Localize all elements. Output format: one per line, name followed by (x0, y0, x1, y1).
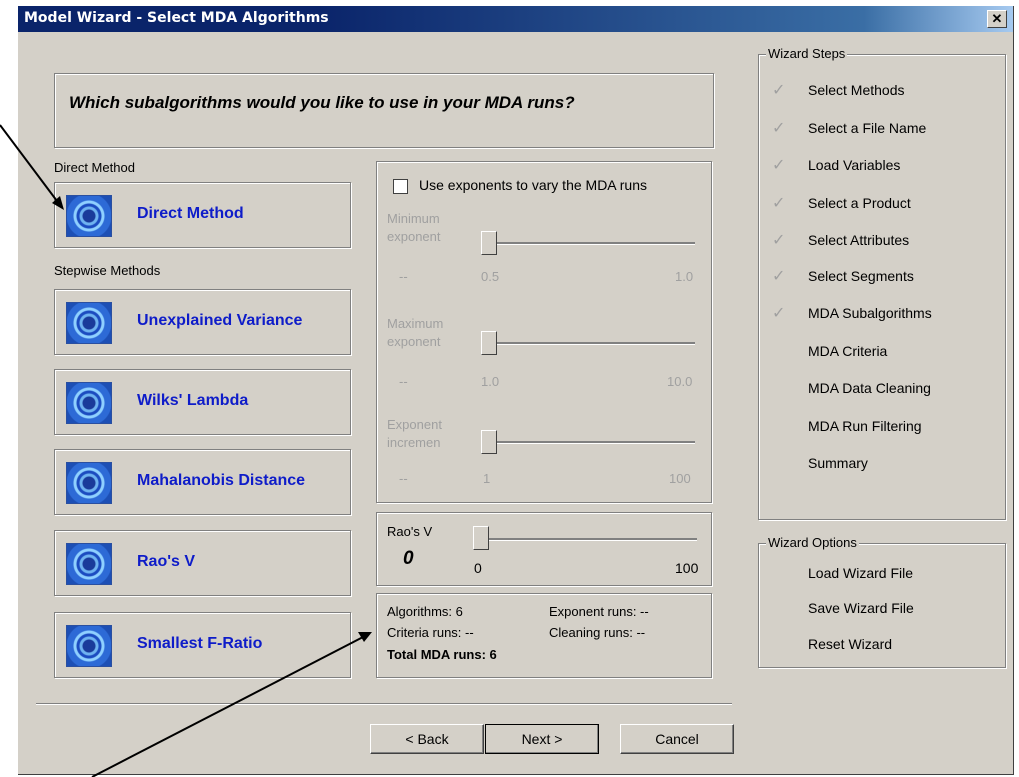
arrow-to-direct-method (0, 124, 61, 206)
arrowhead-summary (358, 632, 372, 642)
annotation-arrows (0, 124, 372, 777)
arrow-to-summary (91, 635, 366, 777)
